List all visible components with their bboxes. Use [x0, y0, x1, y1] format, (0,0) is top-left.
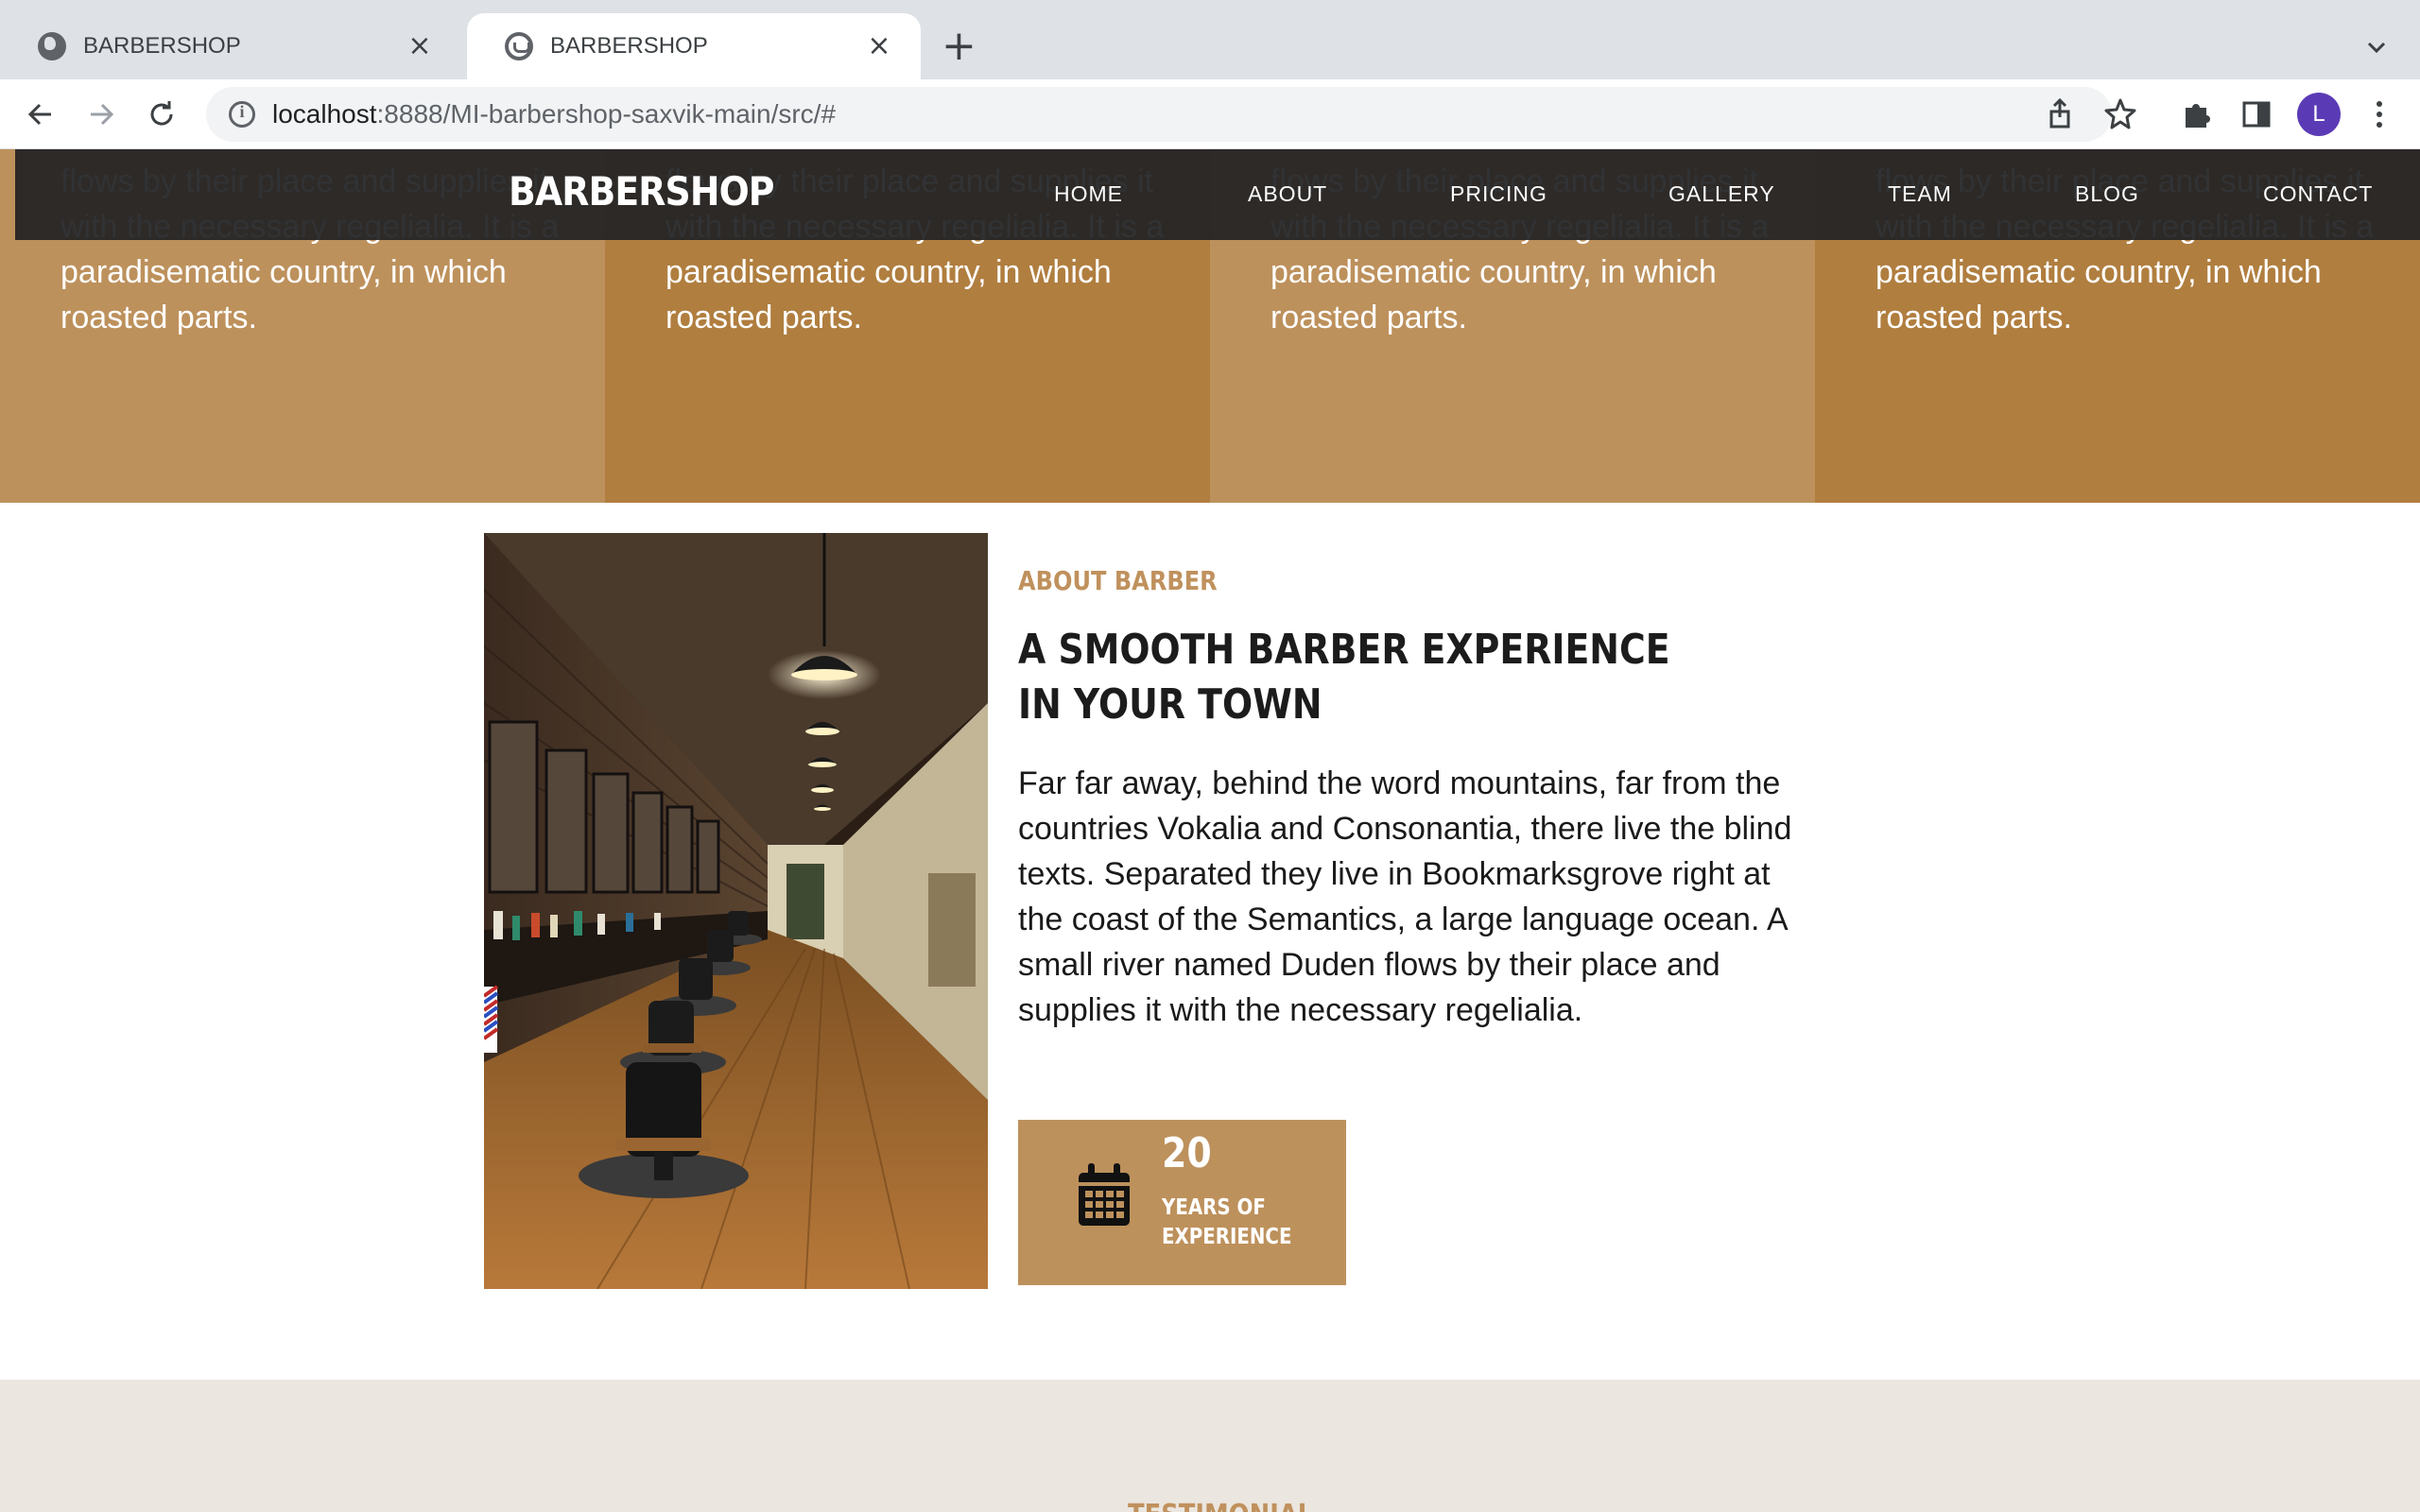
testimonial-section: TESTIMONIAL [0, 1380, 2420, 1512]
calendar-icon [1077, 1163, 1132, 1228]
new-tab-icon[interactable]: + [942, 23, 977, 70]
extensions-puzzle-icon[interactable] [2176, 94, 2216, 134]
headline-line-2: IN YOUR TOWN [1018, 680, 1322, 729]
browser-tab-active[interactable]: BARBERSHOP × [467, 13, 921, 79]
bookmark-star-icon[interactable] [2100, 94, 2140, 134]
close-tab-icon[interactable]: × [405, 32, 435, 60]
section-eyebrow: ABOUT BARBER [1018, 565, 1218, 596]
tab-title: BARBERSHOP [83, 33, 241, 59]
site-navbar: BARBERSHOP HOME ABOUT PRICING GALLERY TE… [15, 149, 2420, 240]
headline-line-1: A SMOOTH BARBER EXPERIENCE [1018, 626, 1670, 674]
years-number: 20 [1162, 1129, 1212, 1177]
nav-link-blog[interactable]: BLOG [2075, 181, 2139, 207]
side-panel-icon[interactable] [2237, 94, 2276, 134]
more-menu-icon[interactable] [2360, 94, 2399, 134]
experience-stat-box: 20 YEARS OF EXPERIENCE [1018, 1120, 1346, 1285]
reload-icon[interactable] [142, 94, 182, 134]
testimonial-eyebrow: TESTIMONIAL [1128, 1499, 1313, 1512]
nav-link-pricing[interactable]: PRICING [1450, 181, 1547, 207]
nav-link-contact[interactable]: CONTACT [2263, 181, 2373, 207]
site-logo[interactable]: BARBERSHOP [509, 168, 775, 215]
nav-link-about[interactable]: ABOUT [1248, 181, 1327, 207]
browser-tab[interactable]: BARBERSHOP × [0, 13, 461, 79]
page-viewport: flows by their place and supplies it wit… [0, 149, 2420, 1512]
forward-arrow-icon[interactable] [81, 94, 121, 134]
nav-link-gallery[interactable]: GALLERY [1668, 181, 1775, 207]
close-tab-icon[interactable]: × [864, 32, 894, 60]
browser-toolbar: localhost:8888/MI-barbershop-saxvik-main… [0, 79, 2420, 149]
years-label: YEARS OF EXPERIENCE [1162, 1195, 1292, 1249]
nav-link-team[interactable]: TEAM [1888, 181, 1952, 207]
tab-title: BARBERSHOP [550, 33, 708, 59]
address-bar[interactable]: localhost:8888/MI-barbershop-saxvik-main… [206, 87, 2112, 142]
barbershop-favicon-icon [505, 32, 533, 60]
site-info-icon[interactable] [229, 101, 255, 128]
share-icon[interactable] [2040, 94, 2080, 134]
url-text: localhost:8888/MI-barbershop-saxvik-main… [272, 99, 837, 129]
chevron-down-icon[interactable] [2358, 28, 2395, 66]
back-arrow-icon[interactable] [21, 94, 60, 134]
profile-avatar[interactable]: L [2297, 93, 2341, 136]
nav-link-home[interactable]: HOME [1054, 181, 1123, 207]
about-section-text: ABOUT BARBER A SMOOTH BARBER EXPERIENCE … [1018, 565, 1793, 1033]
about-headline: A SMOOTH BARBER EXPERIENCE IN YOUR TOWN [1018, 623, 1685, 732]
browser-tabstrip: BARBERSHOP × BARBERSHOP × + [0, 0, 2420, 79]
barbershop-interior-photo [484, 533, 988, 1289]
globe-icon [38, 32, 66, 60]
about-body-text: Far far away, behind the word mountains,… [1018, 765, 1792, 1028]
